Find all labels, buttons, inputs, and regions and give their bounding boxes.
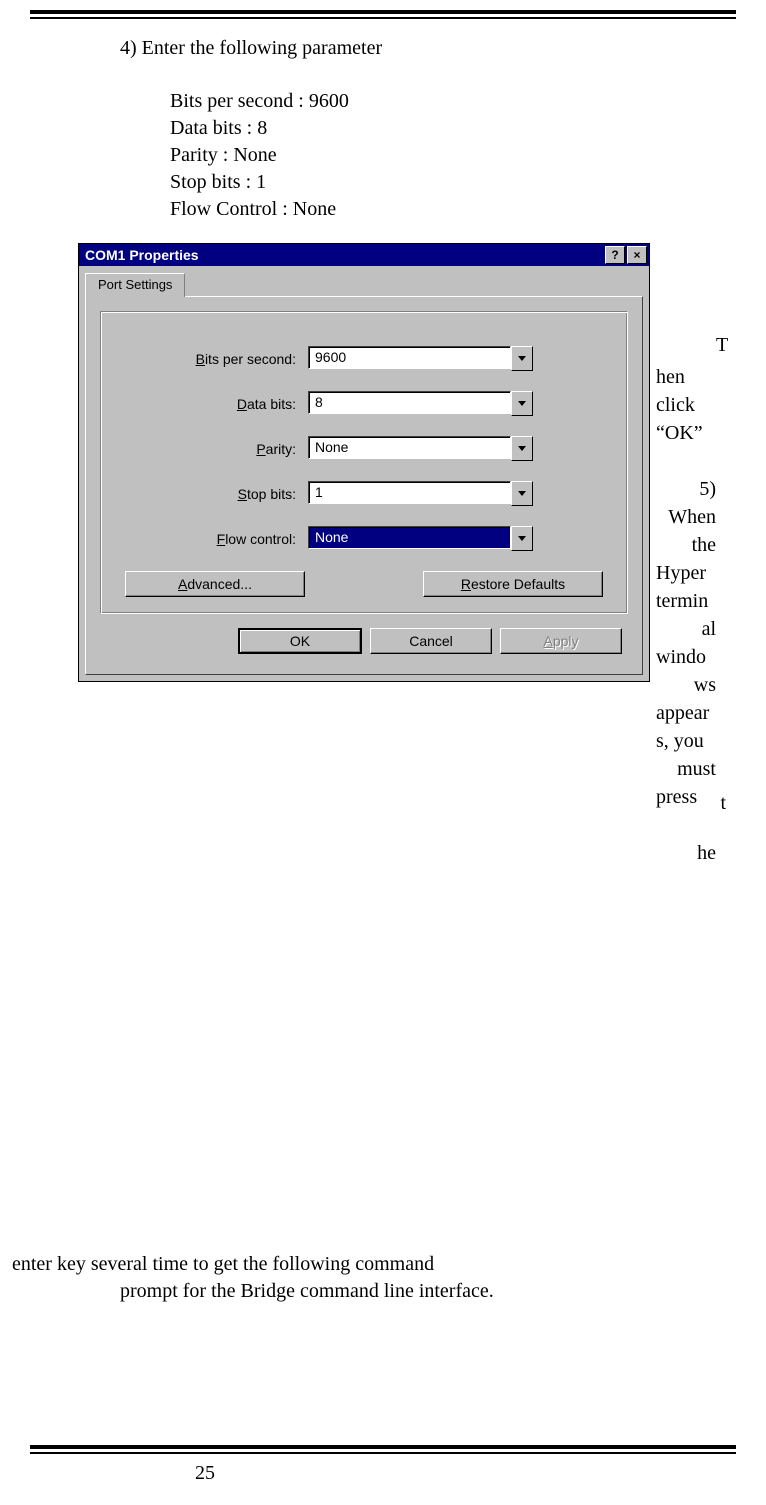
chevron-down-icon bbox=[518, 446, 526, 451]
bits-per-second-label: Bits per second: bbox=[121, 351, 308, 367]
ok-button[interactable]: OK bbox=[238, 628, 362, 654]
bottom-rule bbox=[30, 1445, 736, 1454]
titlebar[interactable]: COM1 Properties ? × bbox=[79, 244, 649, 266]
param-bps: Bits per second : 9600 bbox=[170, 88, 766, 115]
close-button[interactable]: × bbox=[627, 246, 647, 264]
port-settings-panel: Bits per second: 9600 Data bits: 8 bbox=[85, 296, 643, 675]
chevron-down-icon bbox=[518, 536, 526, 541]
help-button[interactable]: ? bbox=[605, 246, 625, 264]
wrapped-text-column: hen click “OK” 5) When the Hyper termin … bbox=[656, 243, 716, 867]
continuation-text: enter key several time to get the follow… bbox=[12, 1251, 766, 1305]
bits-per-second-combo[interactable]: 9600 bbox=[308, 346, 533, 371]
stop-bits-label: Stop bits: bbox=[121, 486, 308, 502]
parity-label: Parity: bbox=[121, 441, 308, 457]
param-stopbits: Stop bits : 1 bbox=[170, 169, 766, 196]
data-bits-combo[interactable]: 8 bbox=[308, 391, 533, 416]
parity-value[interactable]: None bbox=[308, 436, 511, 459]
settings-groupbox: Bits per second: 9600 Data bits: 8 bbox=[100, 311, 628, 614]
step4-heading: 4) Enter the following parameter bbox=[120, 37, 766, 60]
apply-button[interactable]: Apply bbox=[500, 628, 622, 654]
data-bits-value[interactable]: 8 bbox=[308, 391, 511, 414]
restore-defaults-button[interactable]: Restore Defaults bbox=[423, 571, 603, 597]
parameters-list: Bits per second : 9600 Data bits : 8 Par… bbox=[170, 88, 766, 223]
chevron-down-icon bbox=[518, 401, 526, 406]
flow-control-label: Flow control: bbox=[121, 531, 308, 547]
stop-bits-combo[interactable]: 1 bbox=[308, 481, 533, 506]
tab-port-settings[interactable]: Port Settings bbox=[85, 273, 185, 297]
top-rule bbox=[30, 10, 736, 19]
flow-control-value[interactable]: None bbox=[308, 526, 511, 549]
bits-per-second-dropdown[interactable] bbox=[511, 346, 533, 371]
bits-per-second-value[interactable]: 9600 bbox=[308, 346, 511, 369]
page-number: 25 bbox=[195, 1462, 766, 1485]
param-parity: Parity : None bbox=[170, 142, 766, 169]
far-right-column: T t bbox=[716, 243, 726, 1247]
stop-bits-value[interactable]: 1 bbox=[308, 481, 511, 504]
stop-bits-dropdown[interactable] bbox=[511, 481, 533, 506]
flow-control-dropdown[interactable] bbox=[511, 526, 533, 551]
data-bits-dropdown[interactable] bbox=[511, 391, 533, 416]
data-bits-label: Data bits: bbox=[121, 396, 308, 412]
title-text: COM1 Properties bbox=[85, 247, 603, 263]
flow-control-combo[interactable]: None bbox=[308, 526, 533, 551]
chevron-down-icon bbox=[518, 491, 526, 496]
com1-properties-dialog: COM1 Properties ? × Port Settings Bits p… bbox=[78, 243, 650, 682]
cancel-button[interactable]: Cancel bbox=[370, 628, 492, 654]
parity-dropdown[interactable] bbox=[511, 436, 533, 461]
tabstrip: Port Settings bbox=[79, 266, 649, 296]
param-databits: Data bits : 8 bbox=[170, 115, 766, 142]
parity-combo[interactable]: None bbox=[308, 436, 533, 461]
advanced-button[interactable]: Advanced... bbox=[125, 571, 305, 597]
chevron-down-icon bbox=[518, 356, 526, 361]
param-flow: Flow Control : None bbox=[170, 196, 766, 223]
